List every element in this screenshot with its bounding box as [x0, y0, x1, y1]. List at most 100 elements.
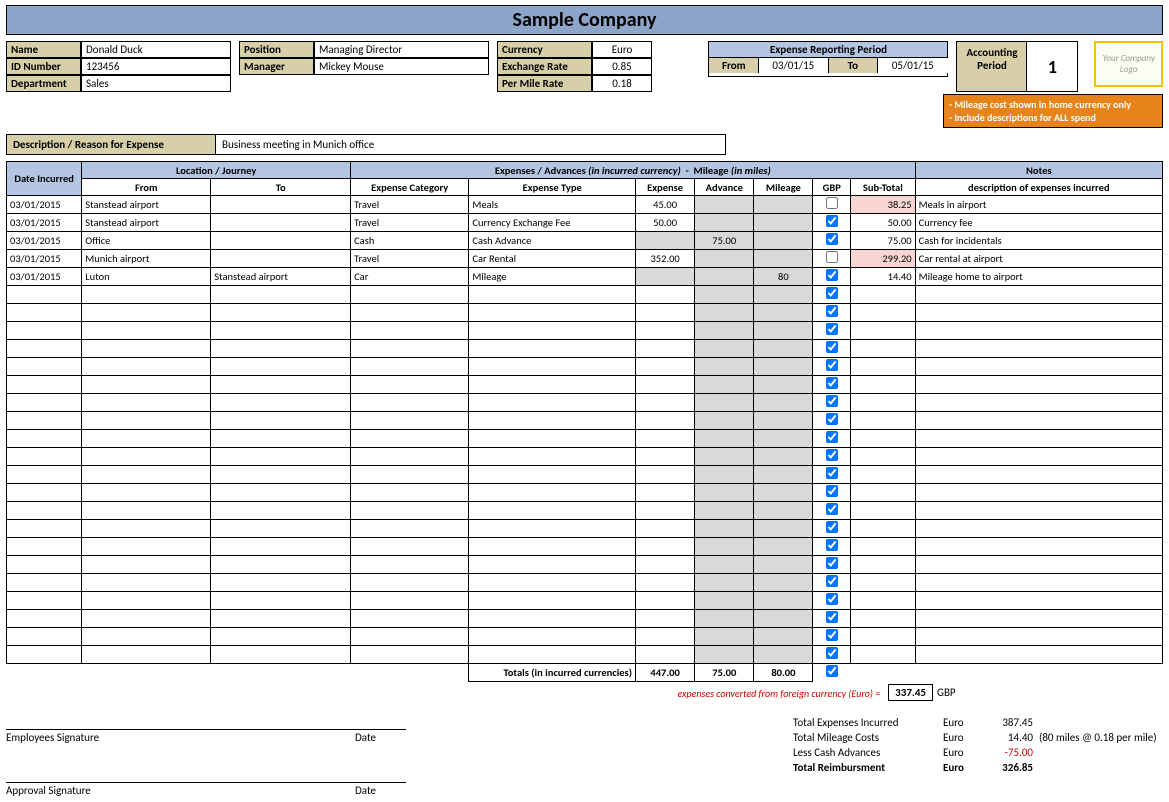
table-row[interactable] [7, 502, 1163, 520]
logo-placeholder: Your Company Logo [1094, 41, 1163, 87]
gbp-check[interactable] [826, 233, 838, 245]
gbp-check[interactable] [826, 359, 838, 371]
emp-sig-date: Date [355, 730, 376, 744]
table-row[interactable] [7, 646, 1163, 664]
table-row[interactable] [7, 304, 1163, 322]
table-row[interactable] [7, 376, 1163, 394]
rate-value[interactable]: 0.85 [592, 58, 652, 75]
table-row[interactable] [7, 448, 1163, 466]
gbp-check[interactable] [826, 467, 838, 479]
gbp-check[interactable] [826, 341, 838, 353]
name-value[interactable]: Donald Duck [81, 41, 231, 58]
gbp-check[interactable] [826, 575, 838, 587]
app-sig-date: Date [355, 783, 376, 797]
gbp-check[interactable] [826, 521, 838, 533]
dept-value[interactable]: Sales [81, 75, 231, 92]
period-block: Expense Reporting Period From 03/01/15 T… [708, 41, 948, 77]
gbp-check[interactable] [826, 413, 838, 425]
col-expenses: Expenses / Advances (in incurred currenc… [351, 162, 916, 179]
finance-summary: Total Expenses IncurredEuro387.45 Total … [793, 715, 1163, 797]
gbp-check[interactable] [826, 449, 838, 461]
conv-note: expenses converted from foreign currency… [6, 684, 888, 700]
from-label: From [709, 58, 759, 73]
mile-value[interactable]: 0.18 [592, 75, 652, 92]
gbp-check[interactable] [826, 269, 838, 281]
orange-note: - Mileage cost shown in home currency on… [943, 94, 1163, 128]
table-row[interactable] [7, 466, 1163, 484]
table-row[interactable] [7, 592, 1163, 610]
desc-value[interactable]: Business meeting in Munich office [216, 134, 726, 155]
col-cat: Expense Category [351, 179, 469, 196]
gbp-check[interactable] [826, 485, 838, 497]
col-to: To [211, 179, 351, 196]
table-row[interactable] [7, 394, 1163, 412]
totals-adv: 75.00 [695, 664, 754, 682]
to-label: To [829, 58, 879, 73]
name-label: Name [6, 41, 81, 58]
totals-gbp-check[interactable] [826, 665, 838, 677]
table-row[interactable] [7, 484, 1163, 502]
table-row[interactable] [7, 556, 1163, 574]
id-value[interactable]: 123456 [81, 58, 231, 75]
col-notes: Notes [915, 162, 1162, 179]
col-adv: Advance [695, 179, 754, 196]
rate-label: Exchange Rate [497, 58, 592, 75]
col-from: From [82, 179, 211, 196]
gbp-check[interactable] [826, 197, 838, 209]
gbp-check[interactable] [826, 377, 838, 389]
col-sub: Sub-Total [851, 179, 916, 196]
mgr-value[interactable]: Mickey Mouse [314, 58, 489, 75]
conv-value: 337.45 [888, 684, 933, 701]
gbp-check[interactable] [826, 647, 838, 659]
gbp-check[interactable] [826, 431, 838, 443]
conv-cur: GBP [933, 686, 1163, 699]
table-row[interactable] [7, 574, 1163, 592]
gbp-check[interactable] [826, 287, 838, 299]
table-row[interactable] [7, 628, 1163, 646]
gbp-check[interactable] [826, 251, 838, 263]
gbp-check[interactable] [826, 629, 838, 641]
table-row[interactable]: 03/01/2015Stanstead airportTravelMeals 4… [7, 196, 1163, 214]
app-sig-label: Approval Signature [6, 783, 91, 797]
table-row[interactable]: 03/01/2015Munich airportTravelCar Rental… [7, 250, 1163, 268]
gbp-check[interactable] [826, 215, 838, 227]
table-row[interactable]: 03/01/2015LutonStanstead airportCarMilea… [7, 268, 1163, 286]
table-row[interactable] [7, 340, 1163, 358]
expense-table: Date Incurred Location / Journey Expense… [6, 161, 1163, 682]
id-label: ID Number [6, 58, 81, 75]
gbp-check[interactable] [826, 593, 838, 605]
dept-label: Department [6, 75, 81, 92]
gbp-check[interactable] [826, 305, 838, 317]
company-title: Sample Company [6, 5, 1163, 35]
table-row[interactable] [7, 430, 1163, 448]
table-row[interactable] [7, 520, 1163, 538]
table-row[interactable] [7, 322, 1163, 340]
col-exp: Expense [636, 179, 695, 196]
table-row[interactable] [7, 412, 1163, 430]
gbp-check[interactable] [826, 395, 838, 407]
totals-miles: 80.00 [754, 664, 813, 682]
cur-value[interactable]: Euro [592, 41, 652, 58]
gbp-check[interactable] [826, 557, 838, 569]
gbp-check[interactable] [826, 539, 838, 551]
gbp-check[interactable] [826, 323, 838, 335]
pos-label: Position [239, 41, 314, 58]
period-title: Expense Reporting Period [709, 42, 947, 58]
gbp-check[interactable] [826, 611, 838, 623]
table-row[interactable]: 03/01/2015Stanstead airportTravelCurrenc… [7, 214, 1163, 232]
table-row[interactable] [7, 286, 1163, 304]
gbp-check[interactable] [826, 503, 838, 515]
acct-label: Accounting Period [957, 42, 1027, 91]
acct-value[interactable]: 1 [1027, 42, 1077, 91]
col-location: Location / Journey [82, 162, 351, 179]
totals-label: Totals (in incurred currencies) [469, 664, 636, 682]
from-value[interactable]: 03/01/15 [759, 58, 828, 73]
mile-label: Per Mile Rate [497, 75, 592, 92]
table-row[interactable] [7, 610, 1163, 628]
to-value[interactable]: 05/01/15 [878, 58, 947, 73]
table-row[interactable]: 03/01/2015OfficeCashCash Advance 75.00 7… [7, 232, 1163, 250]
totals-exp: 447.00 [636, 664, 695, 682]
table-row[interactable] [7, 358, 1163, 376]
pos-value[interactable]: Managing Director [314, 41, 489, 58]
table-row[interactable] [7, 538, 1163, 556]
